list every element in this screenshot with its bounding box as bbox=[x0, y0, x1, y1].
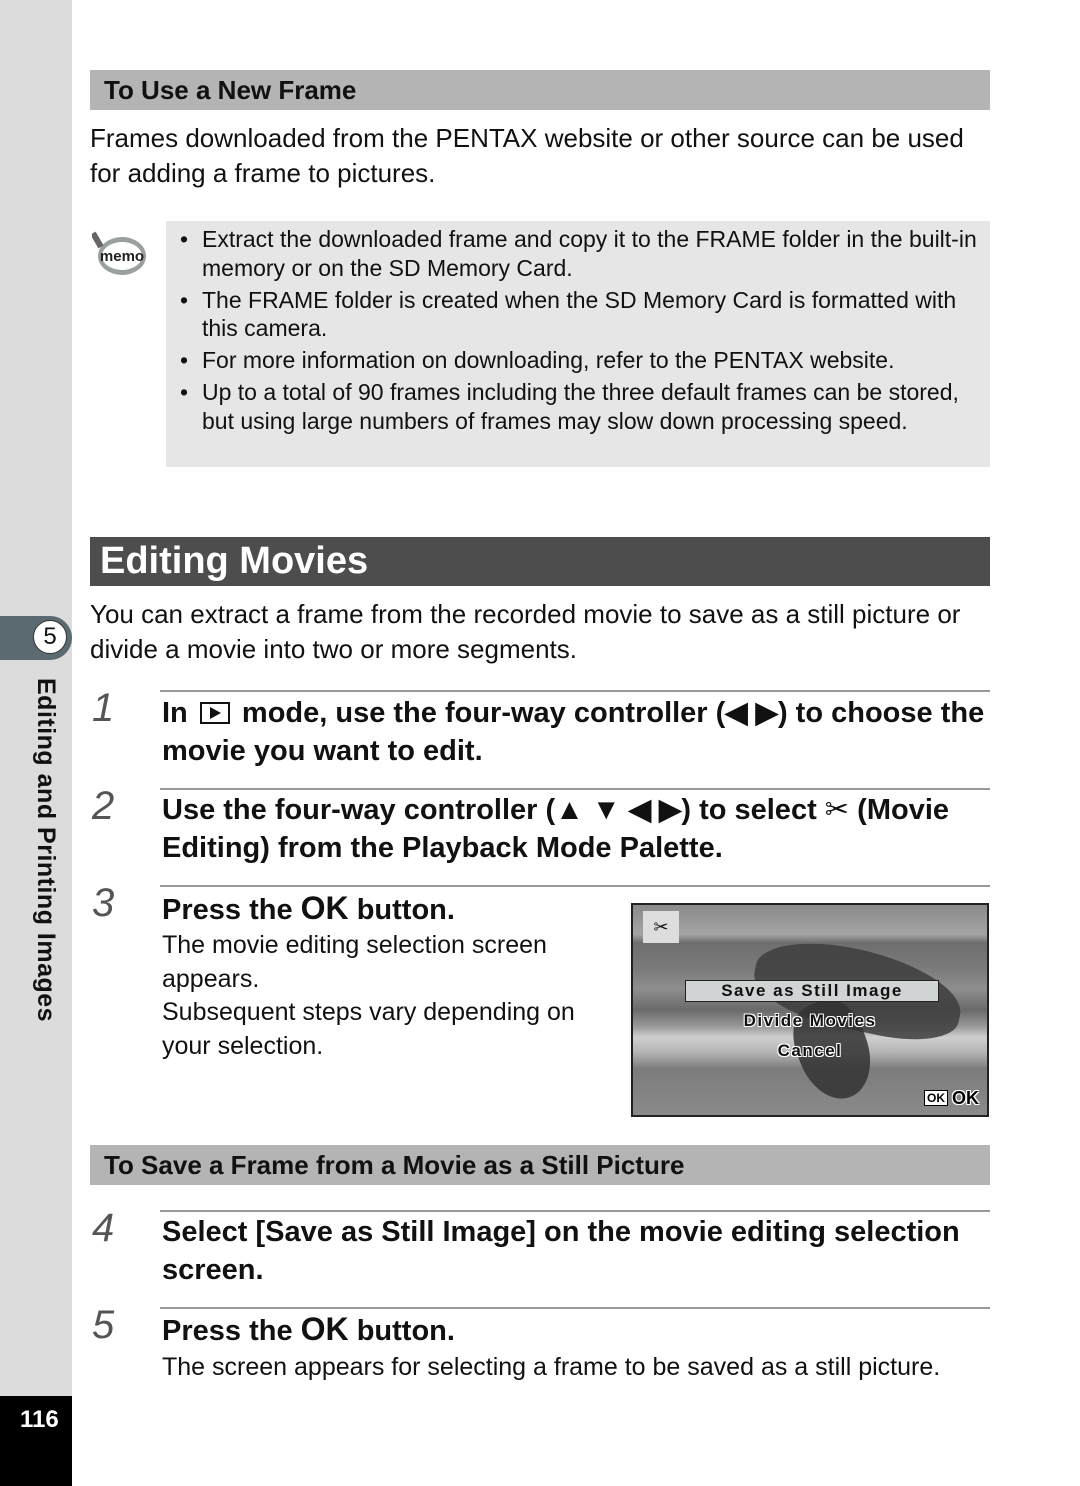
step-divider bbox=[160, 1307, 990, 1309]
step-5-instruction: Press the OK button. bbox=[162, 1310, 992, 1350]
step-5-post: button. bbox=[356, 1315, 455, 1347]
menu-option-divide[interactable]: Divide Movies bbox=[633, 1011, 987, 1031]
page-number: 116 bbox=[20, 1406, 59, 1433]
chapter-title: Editing and Printing Images bbox=[32, 678, 60, 1023]
memo-item: For more information on downloading, ref… bbox=[180, 346, 980, 375]
ok-label: OK bbox=[952, 1088, 979, 1108]
step-number: 1 bbox=[92, 686, 115, 730]
step-4-instruction: Select [Save as Still Image] on the movi… bbox=[162, 1216, 960, 1286]
ok-button-icon: OK bbox=[300, 1311, 349, 1347]
section-title: Editing Movies bbox=[90, 537, 990, 586]
step-divider bbox=[160, 885, 990, 887]
save-frame-subheading: To Save a Frame from a Movie as a Still … bbox=[90, 1145, 990, 1185]
step-1-post: mode, use the four-way controller (◀ ▶) … bbox=[162, 697, 985, 767]
step-number: 3 bbox=[92, 881, 115, 925]
step-5-pre: Press the bbox=[162, 1315, 293, 1347]
step-number: 4 bbox=[92, 1206, 115, 1250]
ok-button-icon: OK bbox=[924, 1090, 948, 1106]
frame-intro: Frames downloaded from the PENTAX websit… bbox=[90, 123, 964, 188]
memo-box: Extract the downloaded frame and copy it… bbox=[166, 221, 990, 467]
frame-subheading: To Use a New Frame bbox=[90, 70, 990, 110]
memo-item: Up to a total of 90 frames including the… bbox=[180, 378, 980, 435]
ok-indicator: OK OK bbox=[924, 1088, 979, 1109]
menu-option-save-still[interactable]: Save as Still Image bbox=[685, 980, 939, 1002]
memo-item: Extract the downloaded frame and copy it… bbox=[180, 225, 980, 282]
step-number: 2 bbox=[92, 784, 115, 828]
step-3-post: button. bbox=[356, 894, 455, 926]
ok-button-icon: OK bbox=[300, 890, 349, 926]
camera-screen-illustration: ✂ Save as Still Image Divide Movies Canc… bbox=[631, 903, 989, 1117]
editing-intro: You can extract a frame from the recorde… bbox=[90, 599, 961, 664]
chapter-number: 5 bbox=[33, 620, 67, 654]
movie-editing-icon: ✂ bbox=[824, 794, 850, 826]
step-1-pre: In bbox=[162, 697, 188, 729]
movie-editing-icon: ✂ bbox=[643, 911, 679, 943]
step-3-instruction: Press the OK button. bbox=[162, 889, 622, 929]
step-number: 5 bbox=[92, 1303, 115, 1347]
step-3-desc-line: The movie editing selection screen bbox=[162, 931, 547, 959]
step-3-pre: Press the bbox=[162, 894, 293, 926]
step-5-desc: The screen appears for selecting a frame… bbox=[162, 1353, 941, 1381]
svg-text:memo: memo bbox=[100, 248, 144, 265]
step-divider bbox=[160, 788, 990, 790]
step-3-desc-line: appears. bbox=[162, 965, 260, 993]
memo-icon: memo bbox=[90, 228, 148, 278]
step-2-pre: Use the four-way controller (▲ ▼ ◀ ▶) to… bbox=[162, 794, 817, 826]
memo-item: The FRAME folder is created when the SD … bbox=[180, 286, 980, 343]
step-2-instruction: Use the four-way controller (▲ ▼ ◀ ▶) to… bbox=[162, 791, 992, 867]
step-3-desc-line: Subsequent steps vary depending on bbox=[162, 998, 575, 1026]
menu-option-cancel[interactable]: Cancel bbox=[633, 1041, 987, 1061]
playback-icon bbox=[199, 702, 230, 724]
step-3-desc-line: your selection. bbox=[162, 1032, 324, 1060]
step-1-instruction: In mode, use the four-way controller (◀ … bbox=[162, 694, 992, 770]
step-divider bbox=[160, 1210, 990, 1212]
step-divider bbox=[160, 690, 990, 692]
